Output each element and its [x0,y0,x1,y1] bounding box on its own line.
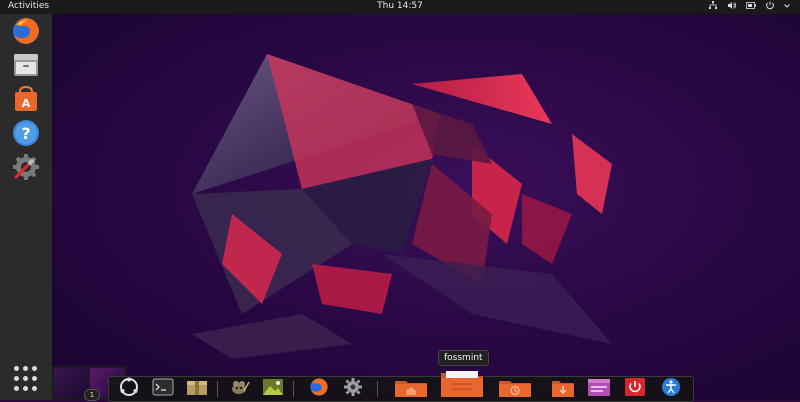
accessibility-icon [661,377,681,401]
apps-grid-icon[interactable] [14,366,40,392]
help-icon: ? [11,118,41,148]
terminal-icon [152,378,174,400]
dock-separator [293,381,294,397]
dock-item-archive[interactable] [183,379,211,399]
dock-item-gimp[interactable] [225,379,253,399]
workspace-thumbnail[interactable] [54,368,88,398]
archive-icon [186,378,208,400]
top-bar: Activities Thu 14:57 [0,0,800,14]
dock-separator [377,381,378,397]
settings-gear-icon [343,377,363,401]
dock-item-firefox[interactable] [6,14,46,48]
dock-item-settings[interactable] [6,150,46,184]
battery-icon[interactable] [746,1,756,10]
files-folder-icon [440,369,484,401]
workspace-badge: 1 [84,389,100,401]
downloads-folder-icon [551,377,575,401]
svg-text:A: A [22,97,31,110]
chevron-down-icon[interactable] [784,1,790,10]
dock-item-image-viewer[interactable] [259,379,287,399]
system-tray[interactable] [708,1,790,10]
recent-folder-icon [498,377,532,401]
dock-item-firefox[interactable] [305,377,333,401]
dock-item-help[interactable]: ? [6,116,46,150]
dock-item-terminal[interactable] [149,378,177,400]
image-viewer-icon [262,378,284,400]
dock-item-recent-folder[interactable] [495,379,535,399]
dock-item-ubuntu[interactable] [115,377,143,401]
power-menu-icon[interactable] [765,1,775,10]
dock-tooltip: fossmint [438,350,489,366]
clock[interactable]: Thu 14:57 [0,1,800,11]
dock-item-software[interactable]: A [6,82,46,116]
software-store-icon: A [11,84,41,114]
bottom-dock [108,371,694,402]
left-dock: A ? [0,14,52,400]
dock-separator [217,381,218,397]
ubuntu-logo-icon [119,377,139,401]
window-icon [587,377,611,401]
volume-icon[interactable] [727,1,737,10]
dock-item-settings[interactable] [339,377,367,401]
svg-text:?: ? [21,124,30,143]
dock-item-downloads-folder[interactable] [549,379,577,399]
home-folder-icon [394,377,428,401]
firefox-icon [11,16,41,46]
dock-item-files-folder[interactable] [439,371,485,399]
file-cabinet-icon [11,50,41,80]
wallpaper-art [192,54,612,359]
network-icon[interactable] [708,1,718,10]
dock-item-accessibility[interactable] [657,377,685,401]
dock-item-home-folder[interactable] [391,379,431,399]
desktop-wallpaper[interactable] [52,14,800,400]
dock-item-window[interactable] [585,379,613,399]
dock-item-files[interactable] [6,48,46,82]
gimp-icon [228,378,250,400]
dock-item-power[interactable] [621,377,649,401]
power-icon [624,377,646,401]
firefox-icon [309,377,329,401]
settings-tools-icon [11,152,41,182]
